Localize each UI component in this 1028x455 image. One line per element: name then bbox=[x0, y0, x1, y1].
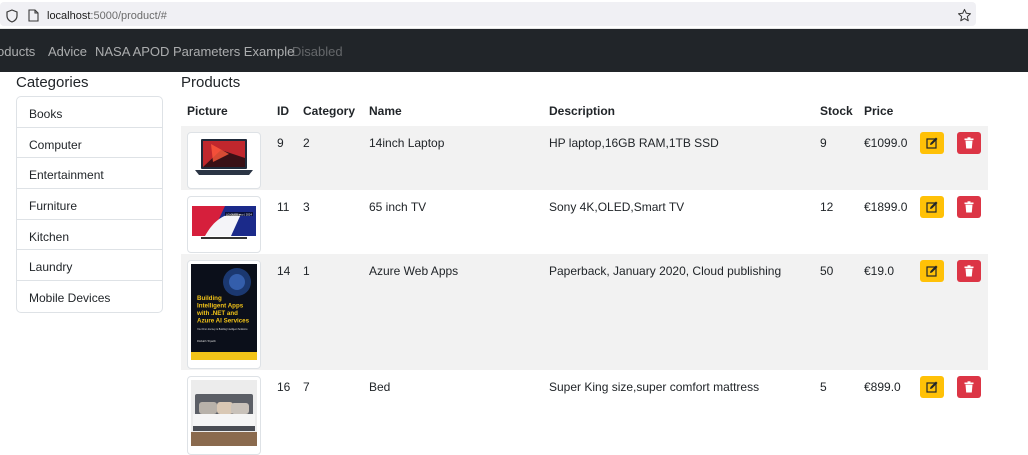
edit-button[interactable] bbox=[920, 132, 944, 154]
categories-title: Categories bbox=[16, 74, 89, 91]
category-item-laundry[interactable]: Laundry bbox=[17, 250, 162, 282]
header-picture: Picture bbox=[187, 104, 228, 118]
cell-name: Bed bbox=[369, 380, 391, 394]
nav-disabled: Disabled bbox=[292, 44, 343, 59]
edit-button[interactable] bbox=[920, 376, 944, 398]
nav-nasa-apod[interactable]: NASA APOD bbox=[95, 44, 169, 59]
cell-description: HP laptop,16GB RAM,1TB SSD bbox=[549, 136, 719, 150]
cell-id: 9 bbox=[277, 136, 284, 150]
cell-price: €1099.0 bbox=[864, 136, 908, 150]
category-item-kitchen[interactable]: Kitchen bbox=[17, 220, 162, 251]
delete-button[interactable] bbox=[957, 376, 981, 398]
delete-button[interactable] bbox=[957, 260, 981, 282]
cell-id: 11 bbox=[277, 200, 290, 214]
cell-stock: 12 bbox=[820, 200, 834, 214]
category-item-mobile-devices[interactable]: Mobile Devices bbox=[17, 281, 162, 312]
tv-badge-text: LG OLED evo | 2024 bbox=[226, 212, 252, 216]
product-image-laptop bbox=[187, 132, 261, 189]
product-image-bed bbox=[187, 376, 261, 455]
cell-stock: 50 bbox=[820, 264, 834, 278]
url-text[interactable]: localhost:5000/product/# bbox=[47, 10, 167, 22]
edit-icon bbox=[926, 381, 938, 393]
trash-icon bbox=[964, 137, 974, 149]
delete-button[interactable] bbox=[957, 132, 981, 154]
products-title: Products bbox=[181, 74, 241, 91]
page-icon bbox=[28, 9, 39, 22]
category-item-furniture[interactable]: Furniture bbox=[17, 189, 162, 220]
edit-icon bbox=[926, 265, 938, 277]
category-list: Books Computer Entertainment Furniture K… bbox=[16, 96, 163, 313]
table-row: LG OLED evo | 2024 11 3 65 inch TV Sony … bbox=[181, 190, 988, 254]
book-title-line: Azure AI Services bbox=[197, 318, 250, 325]
category-item-books[interactable]: Books bbox=[17, 97, 162, 128]
cell-id: 16 bbox=[277, 380, 291, 394]
address-field[interactable]: localhost:5000/product/# bbox=[0, 2, 976, 26]
trash-icon bbox=[964, 265, 974, 277]
cell-description: Super King size,super comfort mattress bbox=[549, 380, 760, 394]
header-name: Name bbox=[369, 104, 402, 118]
header-stock: Stock bbox=[820, 104, 853, 118]
book-author: Rishabh Tripathi bbox=[197, 339, 216, 343]
cell-name: 65 inch TV bbox=[369, 200, 427, 214]
cell-category: 3 bbox=[303, 200, 310, 214]
trash-icon bbox=[964, 201, 974, 213]
browser-url-bar: localhost:5000/product/# bbox=[0, 0, 1028, 29]
edit-button[interactable] bbox=[920, 260, 944, 282]
shield-icon[interactable] bbox=[6, 9, 18, 23]
cell-category: 7 bbox=[303, 380, 310, 394]
header-category: Category bbox=[303, 104, 356, 118]
table-row: Building Intelligent Apps with .NET and … bbox=[181, 254, 988, 370]
trash-icon bbox=[964, 381, 974, 393]
cell-category: 2 bbox=[303, 136, 310, 150]
header-description: Description bbox=[549, 104, 616, 118]
delete-button[interactable] bbox=[957, 196, 981, 218]
cell-price: €899.0 bbox=[864, 380, 901, 394]
book-title-line: Building bbox=[197, 295, 222, 302]
cell-id: 14 bbox=[277, 264, 291, 278]
top-navbar: oducts Advice NASA APOD Parameters Examp… bbox=[0, 29, 1028, 72]
edit-button[interactable] bbox=[920, 196, 944, 218]
cell-price: €19.0 bbox=[864, 264, 895, 278]
cell-stock: 5 bbox=[820, 380, 827, 394]
edit-icon bbox=[926, 201, 938, 213]
cell-name: 14inch Laptop bbox=[369, 136, 445, 150]
url-host: localhost bbox=[47, 10, 91, 22]
product-image-tv: LG OLED evo | 2024 bbox=[187, 196, 261, 253]
book-title-line: Intelligent Apps bbox=[197, 303, 244, 310]
star-icon[interactable] bbox=[957, 8, 972, 23]
book-title-line: with .NET and bbox=[196, 310, 238, 317]
edit-icon bbox=[926, 137, 938, 149]
cell-price: €1899.0 bbox=[864, 200, 908, 214]
nav-products[interactable]: oducts bbox=[0, 44, 35, 59]
category-item-computer[interactable]: Computer bbox=[17, 128, 162, 159]
cell-description: Sony 4K,OLED,Smart TV bbox=[549, 200, 685, 214]
header-price: Price bbox=[864, 104, 894, 118]
cell-category: 1 bbox=[303, 264, 310, 278]
cell-stock: 9 bbox=[820, 136, 827, 150]
book-subtitle: Your First Journey to Building Intellige… bbox=[197, 328, 248, 331]
url-path: :5000/product/# bbox=[90, 10, 167, 22]
table-row: 9 2 14inch Laptop HP laptop,16GB RAM,1TB… bbox=[181, 126, 988, 190]
product-image-book: Building Intelligent Apps with .NET and … bbox=[187, 260, 261, 369]
table-row: 16 7 Bed Super King size,super comfort m… bbox=[181, 370, 988, 455]
header-id: ID bbox=[277, 104, 289, 118]
cell-description: Paperback, January 2020, Cloud publishin… bbox=[549, 264, 782, 278]
nav-parameters-example[interactable]: Parameters Example bbox=[173, 44, 294, 59]
nav-advice[interactable]: Advice bbox=[48, 44, 87, 59]
category-item-entertainment[interactable]: Entertainment bbox=[17, 158, 162, 190]
cell-name: Azure Web Apps bbox=[369, 264, 459, 278]
